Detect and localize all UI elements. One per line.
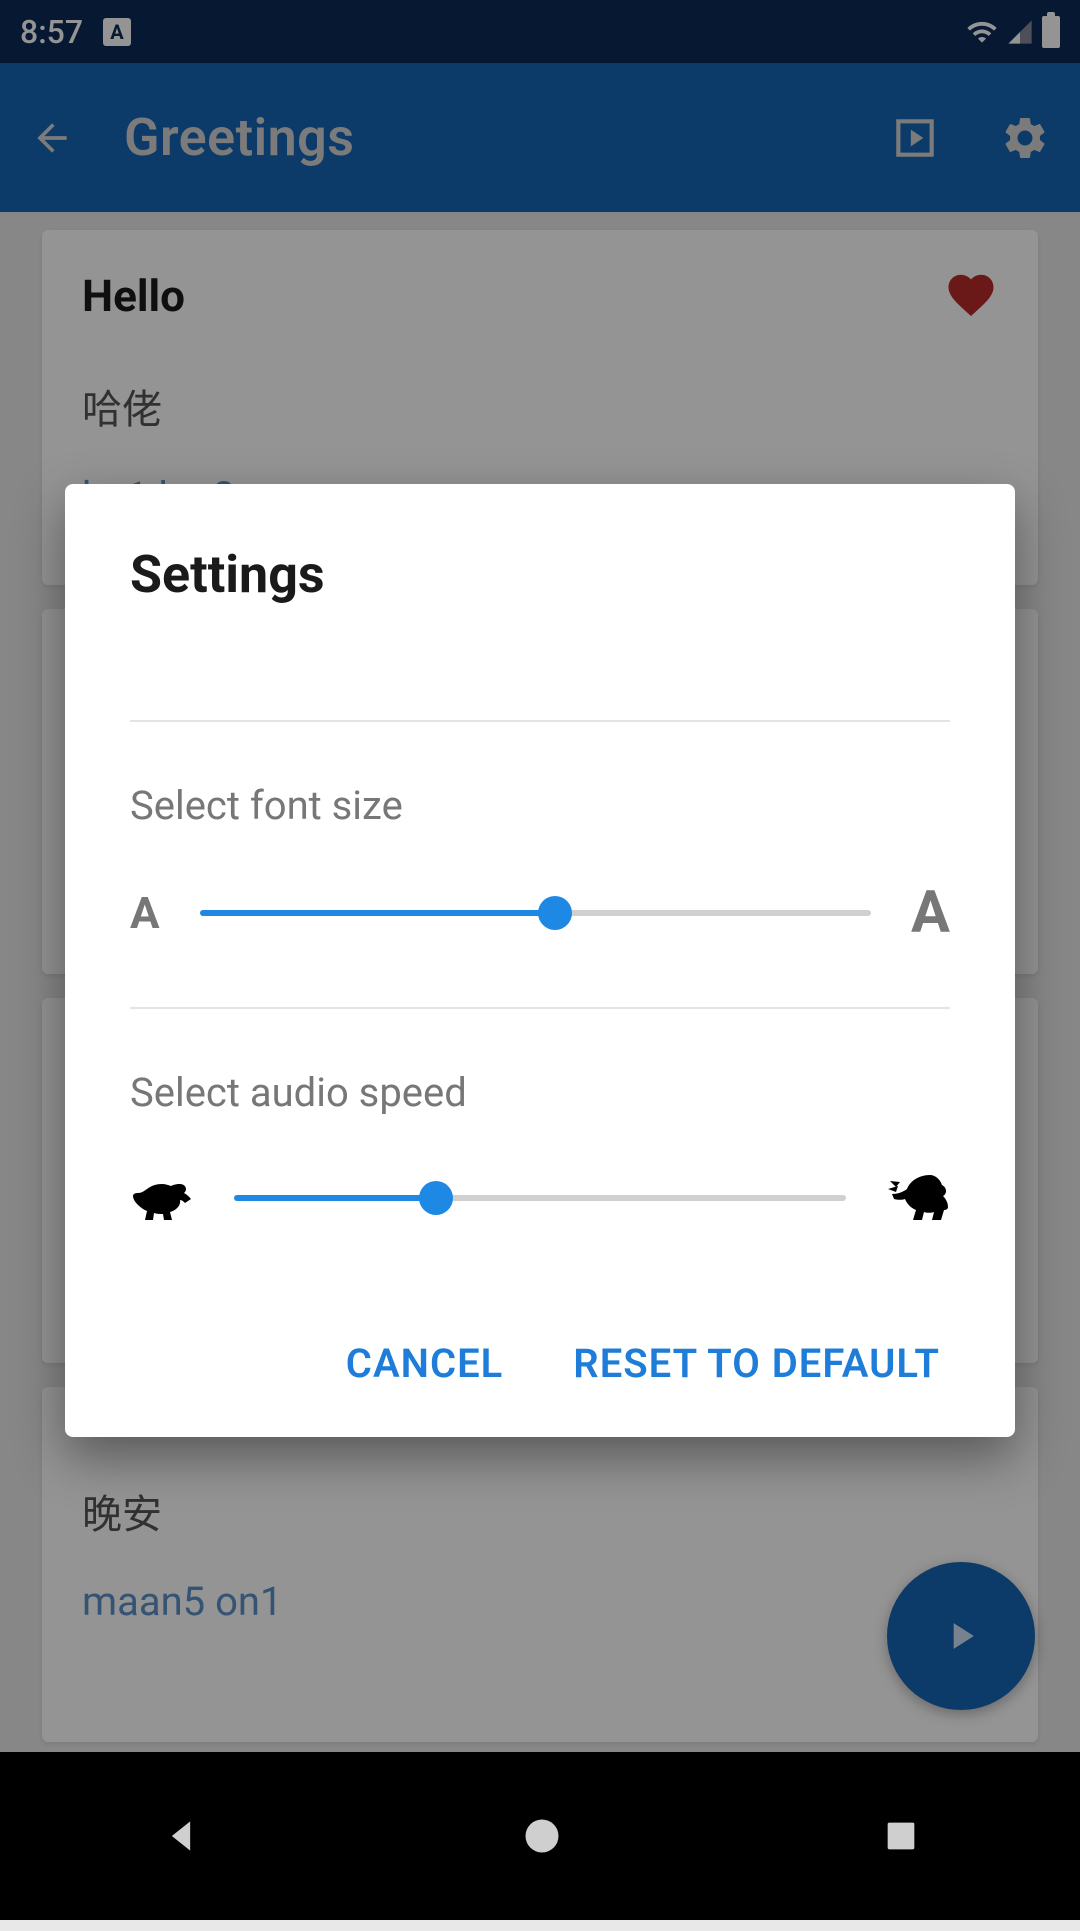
audio-speed-row bbox=[130, 1166, 950, 1230]
audio-speed-label: Select audio speed bbox=[130, 1069, 950, 1116]
slider-fill bbox=[234, 1195, 436, 1201]
large-a-icon: A bbox=[911, 879, 950, 947]
nav-home-icon[interactable] bbox=[520, 1814, 564, 1858]
cancel-button[interactable]: CANCEL bbox=[336, 1320, 513, 1407]
dialog-actions: CANCEL RESET TO DEFAULT bbox=[130, 1320, 950, 1407]
nav-back-icon[interactable] bbox=[159, 1814, 203, 1858]
modal-overlay[interactable]: Settings Select font size A A Select aud… bbox=[0, 0, 1080, 1920]
settings-dialog: Settings Select font size A A Select aud… bbox=[65, 484, 1015, 1437]
reset-button[interactable]: RESET TO DEFAULT bbox=[563, 1320, 950, 1407]
divider bbox=[130, 720, 950, 722]
dialog-title: Settings bbox=[130, 544, 950, 605]
slider-thumb[interactable] bbox=[419, 1181, 453, 1215]
font-size-label: Select font size bbox=[130, 782, 950, 829]
slider-thumb[interactable] bbox=[538, 896, 572, 930]
small-a-icon: A bbox=[130, 887, 160, 939]
slider-fill bbox=[200, 910, 556, 916]
system-nav-bar bbox=[0, 1752, 1080, 1920]
nav-recent-icon[interactable] bbox=[881, 1816, 921, 1856]
turtle-icon bbox=[130, 1166, 194, 1230]
font-size-slider[interactable] bbox=[200, 893, 871, 933]
audio-speed-slider[interactable] bbox=[234, 1178, 846, 1218]
divider bbox=[130, 1007, 950, 1009]
font-size-row: A A bbox=[130, 879, 950, 947]
rabbit-icon bbox=[886, 1166, 950, 1230]
